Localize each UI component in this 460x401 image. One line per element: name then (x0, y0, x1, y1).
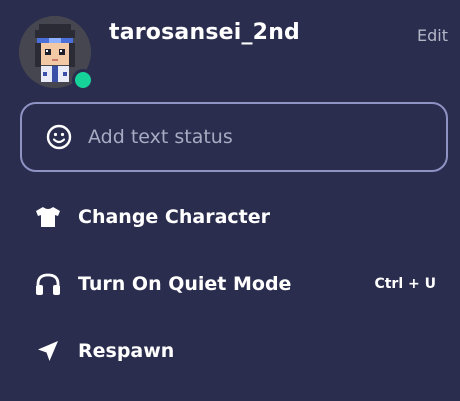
menu-item-change-character[interactable]: Change Character (34, 200, 442, 234)
menu-item-quiet-mode[interactable]: Turn On Quiet Mode Ctrl + U (34, 267, 442, 301)
smile-icon (46, 124, 72, 150)
text-status-input[interactable]: Add text status (20, 102, 448, 172)
menu-item-label: Change Character (78, 206, 271, 228)
location-arrow-icon (34, 337, 62, 365)
menu-item-respawn[interactable]: Respawn (34, 334, 442, 368)
profile-menu-panel: tarosansei_2nd Edit Add text status Chan… (0, 0, 460, 401)
menu-item-label: Respawn (78, 340, 175, 362)
username: tarosansei_2nd (109, 20, 301, 45)
edit-profile-link[interactable]: Edit (417, 26, 448, 45)
text-status-placeholder: Add text status (88, 126, 233, 148)
keyboard-shortcut: Ctrl + U (374, 276, 436, 292)
menu-item-label: Turn On Quiet Mode (78, 273, 292, 295)
headphones-icon (34, 270, 62, 298)
tshirt-icon (34, 203, 62, 231)
avatar-container[interactable] (19, 16, 94, 91)
online-status-indicator (72, 69, 94, 91)
